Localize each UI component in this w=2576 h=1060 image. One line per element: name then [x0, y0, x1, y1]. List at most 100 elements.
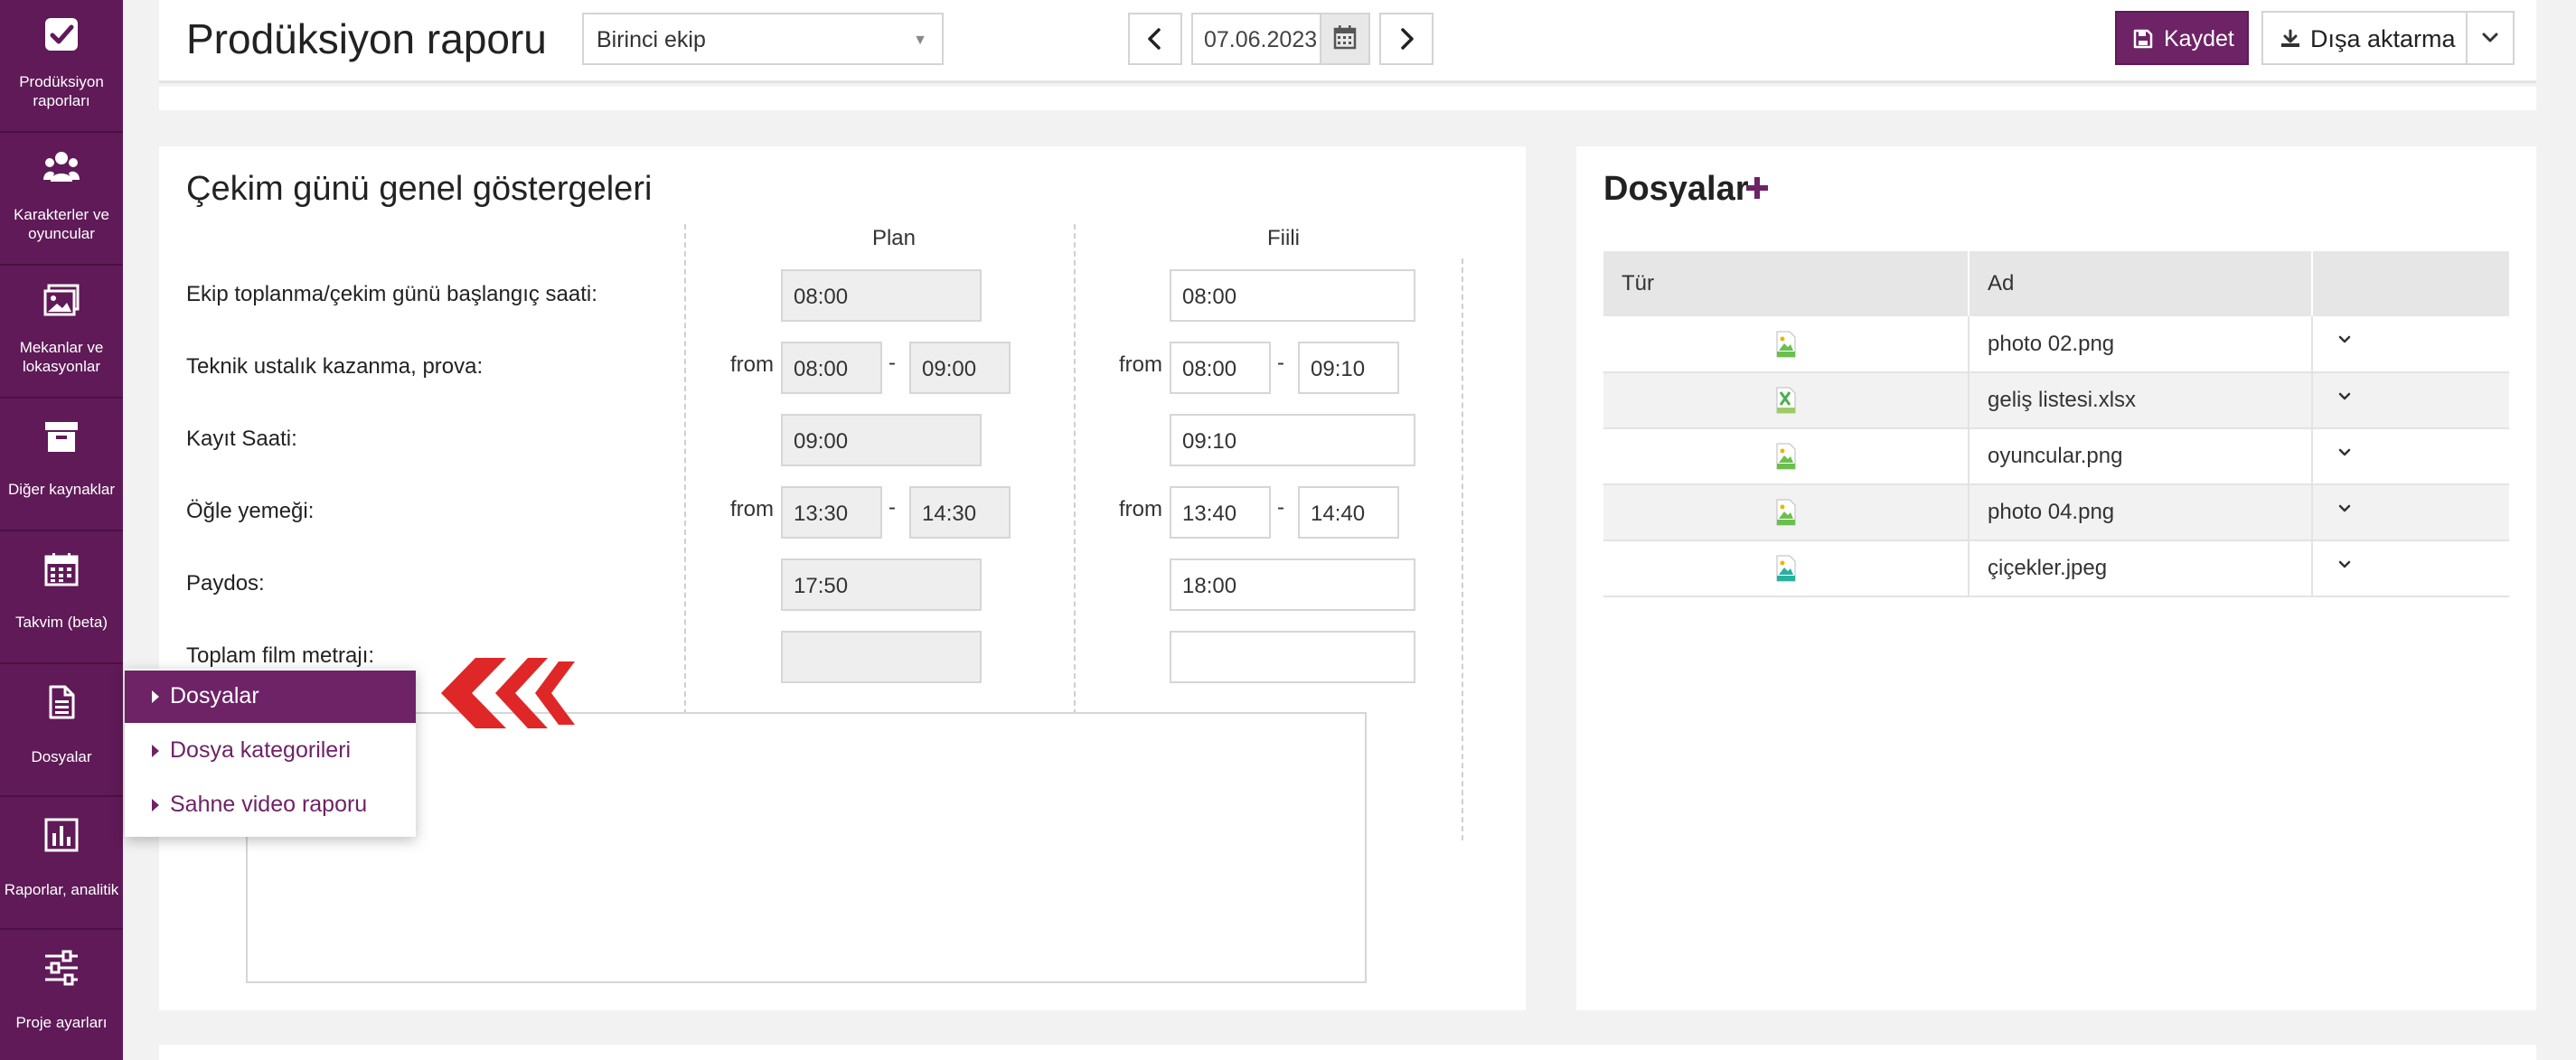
file-name-cell[interactable]: çiçekler.jpeg [1969, 540, 2313, 597]
plan-wrap-field[interactable]: 17:50 [781, 558, 982, 611]
chevron-down-icon[interactable] [2331, 387, 2358, 408]
sidebar-item-label: Diğer kaynaklar [7, 481, 116, 498]
export-button[interactable]: Dışa aktarma [2261, 11, 2468, 65]
actual-recording-field[interactable]: 09:10 [1170, 414, 1415, 466]
download-icon [2281, 29, 2299, 47]
from-label: from [730, 497, 774, 521]
plan-footage-field[interactable] [781, 631, 982, 683]
plan-recording-field[interactable]: 09:00 [781, 414, 982, 466]
submenu-item-label: Dosya kategorileri [170, 737, 352, 763]
sidebar-item-files[interactable]: Dosyalar [0, 664, 123, 797]
actual-rehearsal-from-field[interactable]: 08:00 [1170, 342, 1271, 394]
sidebar-item-other-resources[interactable]: Diğer kaynaklar [0, 399, 123, 531]
file-name-cell[interactable]: geliş listesi.xlsx [1969, 372, 2313, 429]
submenu-item-files[interactable]: Dosyalar [125, 671, 416, 723]
plan-rehearsal-to-field[interactable]: 09:00 [909, 342, 1011, 394]
checkbox-icon [45, 18, 78, 51]
from-label: from [730, 352, 774, 377]
column-header-type[interactable]: Tür [1603, 251, 1970, 316]
date-input[interactable]: 07.06.2023 [1191, 13, 1320, 65]
submenu-item-scene-video-report[interactable]: Sahne video raporu [125, 779, 416, 831]
next-day-button[interactable] [1379, 13, 1434, 65]
actual-wrap-field[interactable]: 18:00 [1170, 558, 1415, 611]
bottom-panel-edge [159, 1045, 2536, 1060]
column-header-actions [2312, 251, 2509, 316]
table-row[interactable]: photo 04.png [1603, 484, 2509, 541]
column-header-name[interactable]: Ad [1969, 251, 2313, 316]
file-name-cell[interactable]: oyuncular.png [1969, 428, 2313, 485]
table-row[interactable]: oyuncular.png [1603, 428, 2509, 485]
shooting-day-indicators-panel: Çekim günü genel göstergeleri Plan Fiili… [159, 146, 1526, 1010]
file-name-cell[interactable]: photo 04.png [1969, 484, 2313, 541]
calendar-icon [44, 553, 79, 586]
plan-start-field[interactable]: 08:00 [781, 269, 982, 322]
bar-chart-icon [44, 818, 79, 852]
file-actions-cell[interactable] [2312, 540, 2509, 597]
team-select-value: Birinci ekip [597, 27, 706, 52]
caret-right-icon [152, 690, 159, 703]
range-separator: - [888, 495, 896, 520]
table-row[interactable]: geliş listesi.xlsx [1603, 372, 2509, 429]
row-label: Paydos: [186, 571, 265, 596]
sidebar-item-locations[interactable]: Mekanlar ve lokasyonlar [0, 266, 123, 399]
from-label: from [1119, 497, 1162, 521]
file-actions-cell[interactable] [2312, 428, 2509, 485]
plan-rehearsal-from-field[interactable]: 08:00 [781, 342, 882, 394]
file-actions-cell[interactable] [2312, 484, 2509, 541]
files-table: Tür Ad photo 02.png geliş listesi.xlsx o… [1603, 251, 2509, 597]
files-submenu: Dosyalar Dosya kategorileri Sahne video … [125, 669, 416, 837]
plan-lunch-from-field[interactable]: 13:30 [781, 486, 882, 539]
sidebar: Prodüksiyon raporları Karakterler ve oyu… [0, 0, 123, 1060]
sidebar-item-calendar[interactable]: Takvim (beta) [0, 531, 123, 664]
team-select[interactable]: Birinci ekip ▼ [582, 13, 944, 65]
from-label: from [1119, 352, 1162, 377]
chevron-left-icon [1148, 28, 1161, 50]
page-title: Prodüksiyon raporu [186, 15, 547, 62]
plan-column-header: Plan [871, 226, 917, 250]
actual-lunch-to-field[interactable]: 14:40 [1298, 486, 1399, 539]
file-actions-cell[interactable] [2312, 372, 2509, 429]
table-row[interactable]: çiçekler.jpeg [1603, 540, 2509, 597]
pointer-arrow-icon [441, 658, 575, 728]
previous-day-button[interactable] [1128, 13, 1182, 65]
actual-rehearsal-to-field[interactable]: 09:10 [1298, 342, 1399, 394]
document-icon [49, 685, 75, 719]
row-label: Kayıt Saati: [186, 427, 297, 451]
page-header: Prodüksiyon raporu Birinci ekip ▼ 07.06.… [159, 0, 2536, 83]
table-row[interactable]: photo 02.png [1603, 316, 2509, 373]
actual-lunch-from-field[interactable]: 13:40 [1170, 486, 1271, 539]
chevron-down-icon[interactable] [2331, 555, 2358, 577]
row-label: Toplam film metrajı: [186, 643, 375, 668]
calendar-button[interactable] [1320, 13, 1370, 65]
plan-lunch-to-field[interactable]: 14:30 [909, 486, 1011, 539]
chevron-right-icon [1401, 28, 1414, 50]
range-separator: - [888, 351, 896, 375]
floppy-disk-icon [2133, 29, 2153, 49]
sidebar-item-project-settings[interactable]: Proje ayarları [0, 930, 123, 1060]
actual-start-field[interactable]: 08:00 [1170, 269, 1415, 322]
png-file-icon [1776, 331, 1795, 357]
chevron-down-icon[interactable] [2331, 499, 2358, 521]
add-file-plus-icon[interactable] [1744, 175, 1770, 201]
save-button-label: Kaydet [2164, 26, 2234, 52]
section-title: Çekim günü genel göstergeleri [186, 170, 653, 208]
sidebar-item-production-reports[interactable]: Prodüksiyon raporları [0, 0, 123, 133]
export-options-button[interactable] [2466, 11, 2515, 65]
sidebar-item-reports-analytics[interactable]: Raporlar, analitik [0, 797, 123, 930]
sidebar-item-characters[interactable]: Karakterler ve oyuncular [0, 133, 123, 266]
submenu-item-label: Dosyalar [170, 683, 259, 708]
chevron-down-icon [2482, 33, 2498, 42]
range-separator: - [1277, 495, 1284, 520]
save-button[interactable]: Kaydet [2115, 11, 2249, 65]
chevron-down-icon[interactable] [2331, 330, 2358, 352]
image-icon [43, 284, 80, 316]
submenu-item-file-categories[interactable]: Dosya kategorileri [125, 725, 416, 777]
export-button-label: Dışa aktarma [2310, 25, 2456, 52]
actual-footage-field[interactable] [1170, 631, 1415, 683]
file-name-cell[interactable]: photo 02.png [1969, 316, 2313, 373]
caret-right-icon [152, 745, 159, 757]
file-type-cell [1603, 484, 1970, 541]
file-actions-cell[interactable] [2312, 316, 2509, 373]
png-file-icon [1776, 499, 1795, 526]
chevron-down-icon[interactable] [2331, 443, 2358, 464]
